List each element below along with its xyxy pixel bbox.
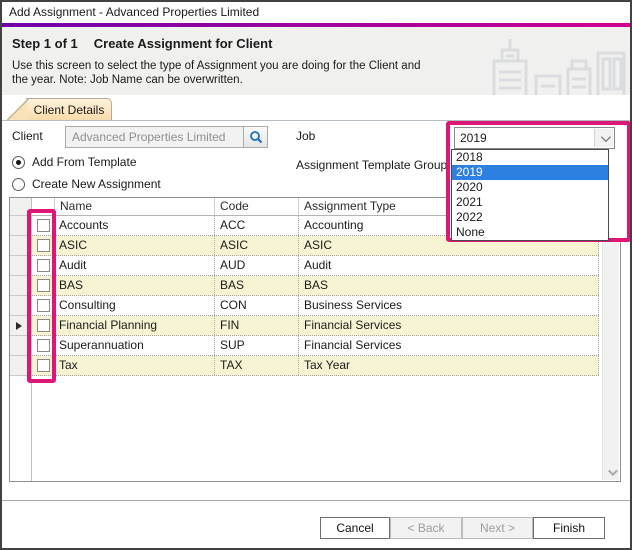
checkbox-cell bbox=[32, 356, 54, 375]
job-combobox[interactable]: 2019 bbox=[454, 127, 615, 149]
selector-header-cell bbox=[10, 198, 31, 216]
next-button: Next > bbox=[462, 517, 533, 539]
buildings-icon bbox=[480, 39, 628, 95]
assignment-template-group-label: Assignment Template Group bbox=[296, 155, 447, 175]
checkbox-cell bbox=[32, 336, 54, 355]
cell-code: AUD bbox=[214, 256, 298, 275]
cell-name: Superannuation bbox=[54, 336, 214, 355]
row-checkbox[interactable] bbox=[37, 339, 50, 352]
cell-name: Accounts bbox=[54, 216, 214, 235]
checkbox-cell bbox=[32, 276, 54, 295]
cell-code: SUP bbox=[214, 336, 298, 355]
job-dropdown-option[interactable]: None bbox=[452, 225, 608, 240]
job-label: Job bbox=[296, 126, 315, 146]
current-row-arrow-icon bbox=[16, 322, 22, 330]
row-selector-cell[interactable] bbox=[10, 236, 31, 256]
cell-name: Consulting bbox=[54, 296, 214, 315]
search-icon bbox=[249, 130, 263, 144]
row-checkbox[interactable] bbox=[37, 279, 50, 292]
client-label: Client bbox=[12, 126, 43, 146]
cell-code: ASIC bbox=[214, 236, 298, 255]
scroll-down-icon[interactable] bbox=[603, 464, 620, 480]
cell-code: FIN bbox=[214, 316, 298, 335]
step-indicator: Step 1 of 1 bbox=[12, 36, 78, 51]
add-assignment-dialog: Add Assignment - Advanced Properties Lim… bbox=[0, 0, 632, 550]
tab-client-details[interactable]: Client Details bbox=[26, 98, 112, 120]
row-selector-cell[interactable] bbox=[10, 256, 31, 276]
job-dropdown-option[interactable]: 2019 bbox=[452, 165, 608, 180]
column-header-name: Name bbox=[54, 198, 214, 215]
back-button: < Back bbox=[390, 517, 462, 539]
row-selector-cell[interactable] bbox=[10, 216, 31, 236]
window-title: Add Assignment - Advanced Properties Lim… bbox=[2, 2, 630, 23]
cell-assignment-type: Business Services bbox=[298, 296, 599, 315]
checkbox-cell bbox=[32, 236, 54, 255]
column-header-code: Code bbox=[214, 198, 298, 215]
row-checkbox[interactable] bbox=[37, 319, 50, 332]
radio-unselected-icon bbox=[12, 178, 25, 191]
row-checkbox[interactable] bbox=[37, 359, 50, 372]
table-row[interactable]: Financial PlanningFINFinancial Services bbox=[32, 316, 599, 336]
row-checkbox[interactable] bbox=[37, 239, 50, 252]
job-dropdown-list: 20182019202020212022None bbox=[451, 149, 609, 241]
job-dropdown-option[interactable]: 2018 bbox=[452, 150, 608, 165]
cell-assignment-type: Tax Year bbox=[298, 356, 599, 375]
radio-add-from-template[interactable]: Add From Template bbox=[12, 154, 137, 170]
cell-name: Tax bbox=[54, 356, 214, 375]
row-selector-cell[interactable] bbox=[10, 336, 31, 356]
row-selector-cell[interactable] bbox=[10, 296, 31, 316]
cell-code: CON bbox=[214, 296, 298, 315]
step-description: Use this screen to select the type of As… bbox=[12, 59, 420, 87]
row-selector-cell[interactable] bbox=[10, 276, 31, 296]
page-title: Create Assignment for Client bbox=[94, 36, 273, 51]
checkbox-cell bbox=[32, 256, 54, 275]
row-selector-cell[interactable] bbox=[10, 356, 31, 376]
checkbox-column-header bbox=[32, 198, 54, 215]
radio-create-new-assignment[interactable]: Create New Assignment bbox=[12, 176, 161, 192]
chevron-down-icon bbox=[600, 132, 610, 142]
cell-assignment-type: Audit bbox=[298, 256, 599, 275]
table-row[interactable]: BASBASBAS bbox=[32, 276, 599, 296]
combo-dropdown-button[interactable] bbox=[594, 129, 613, 147]
cell-name: BAS bbox=[54, 276, 214, 295]
table-row[interactable]: SuperannuationSUPFinancial Services bbox=[32, 336, 599, 356]
job-dropdown-option[interactable]: 2021 bbox=[452, 195, 608, 210]
step-heading: Step 1 of 1 Create Assignment for Client bbox=[12, 36, 272, 51]
table-row[interactable]: AuditAUDAudit bbox=[32, 256, 599, 276]
cell-code: ACC bbox=[214, 216, 298, 235]
cell-name: Financial Planning bbox=[54, 316, 214, 335]
checkbox-cell bbox=[32, 216, 54, 235]
finish-button[interactable]: Finish bbox=[533, 517, 605, 539]
cell-code: TAX bbox=[214, 356, 298, 375]
job-dropdown-option[interactable]: 2020 bbox=[452, 180, 608, 195]
client-field[interactable]: Advanced Properties Limited bbox=[65, 126, 268, 148]
cell-assignment-type: BAS bbox=[298, 276, 599, 295]
cell-assignment-type: Financial Services bbox=[298, 316, 599, 335]
row-checkbox[interactable] bbox=[37, 219, 50, 232]
row-selector-column bbox=[10, 198, 32, 481]
row-checkbox[interactable] bbox=[37, 299, 50, 312]
radio-selected-icon bbox=[12, 156, 25, 169]
checkbox-cell bbox=[32, 296, 54, 315]
table-row[interactable]: ConsultingCONBusiness Services bbox=[32, 296, 599, 316]
cell-code: BAS bbox=[214, 276, 298, 295]
table-row[interactable]: TaxTAXTax Year bbox=[32, 356, 599, 376]
checkbox-cell bbox=[32, 316, 54, 335]
cell-name: Audit bbox=[54, 256, 214, 275]
footer-divider bbox=[2, 500, 630, 501]
cell-name: ASIC bbox=[54, 236, 214, 255]
cancel-button[interactable]: Cancel bbox=[320, 517, 390, 539]
wizard-header: Step 1 of 1 Create Assignment for Client… bbox=[2, 27, 630, 95]
job-dropdown-option[interactable]: 2022 bbox=[452, 210, 608, 225]
row-checkbox[interactable] bbox=[37, 259, 50, 272]
cell-assignment-type: Financial Services bbox=[298, 336, 599, 355]
row-selector-cell[interactable] bbox=[10, 316, 31, 336]
client-search-button[interactable] bbox=[243, 127, 267, 147]
